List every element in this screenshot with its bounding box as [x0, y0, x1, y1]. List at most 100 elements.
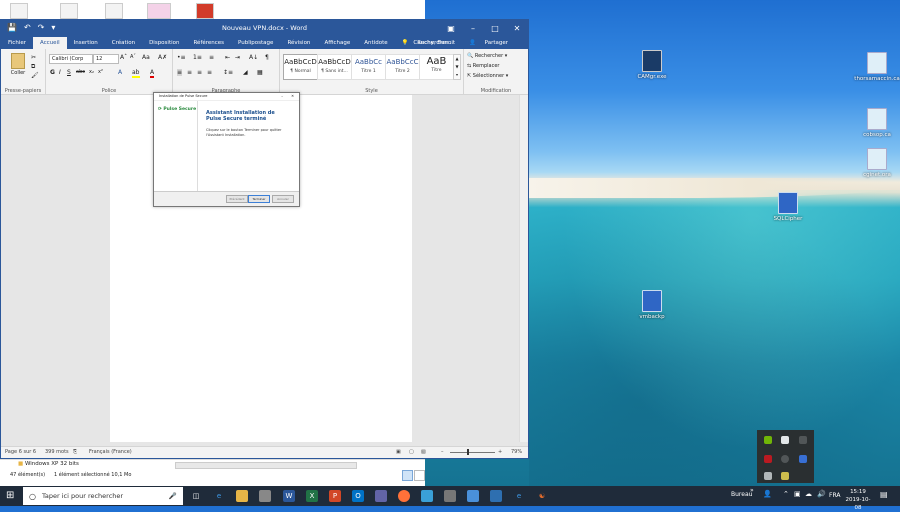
tab-fichier[interactable]: Fichier [1, 37, 33, 49]
font-size-select[interactable]: 12 [93, 54, 119, 64]
copy-icon[interactable]: ⧉ [31, 63, 35, 71]
tray-app-icon[interactable] [781, 455, 789, 463]
details-view-icon[interactable] [402, 470, 413, 481]
numbering-icon[interactable]: 1≡ [193, 54, 202, 61]
tray-chevron-icon[interactable]: ⌃ [783, 490, 789, 498]
maximize-icon[interactable]: □ [484, 20, 506, 37]
format-painter-icon[interactable]: 🖌 [31, 72, 39, 79]
print-layout-icon[interactable]: ▢ [409, 449, 414, 455]
word-count[interactable]: 399 mots [45, 449, 69, 455]
multilevel-icon[interactable]: ≡ [209, 54, 214, 61]
decrease-indent-icon[interactable]: ⇤ [225, 54, 230, 61]
justify-icon[interactable]: ≡ [207, 69, 212, 76]
desktop-icon-cginet[interactable]: cginet.ora [854, 148, 900, 178]
tray-app-icon[interactable] [781, 472, 789, 480]
dollar-icon[interactable] [799, 436, 807, 444]
text-effects-icon[interactable]: A [118, 69, 122, 76]
grow-font-icon[interactable]: Aˆ [120, 54, 127, 61]
language[interactable]: Français (France) [89, 449, 132, 455]
style-heading-1[interactable]: AaBbCc Titre 1 [351, 54, 386, 80]
folder-icon[interactable] [60, 3, 78, 19]
tab-insertion[interactable]: Insertion [67, 37, 105, 49]
find-button[interactable]: 🔍 Rechercher ▾ [467, 53, 507, 59]
styles-scroll[interactable]: ▲ ▼ ▾ [453, 54, 461, 80]
increase-indent-icon[interactable]: ⇥ [235, 54, 240, 61]
cut-icon[interactable]: ✂ [31, 54, 36, 61]
action-center-icon[interactable]: ▤ [880, 490, 888, 499]
desktop-icon-sqlcipher[interactable]: SQLCipher [765, 192, 811, 222]
file-icon[interactable] [147, 3, 171, 19]
ribbon-display-icon[interactable]: ▣ [440, 20, 462, 37]
bluetooth-icon[interactable] [799, 455, 807, 463]
subscript-icon[interactable]: x₂ [89, 69, 94, 75]
toolbar-chevron-icon[interactable]: » [750, 487, 754, 494]
pilcrow-icon[interactable]: ¶ [265, 54, 269, 61]
firefox-icon[interactable] [398, 490, 410, 502]
back-button[interactable]: Précédent [226, 195, 248, 203]
tiles-view-icon[interactable] [414, 470, 425, 481]
zoom-level[interactable]: 79% [511, 449, 522, 455]
word-icon[interactable]: W [283, 490, 295, 502]
app-icon[interactable] [444, 490, 456, 502]
tab-revision[interactable]: Révision [280, 37, 317, 49]
superscript-icon[interactable]: x² [98, 69, 103, 75]
font-color-icon[interactable]: A [150, 69, 155, 78]
zoom-in-icon[interactable]: + [498, 449, 502, 455]
edge-legacy-icon[interactable]: e [513, 490, 525, 502]
select-button[interactable]: ⇱ Sélectionner ▾ [467, 73, 508, 79]
dialog-minimize-icon[interactable]: – [281, 93, 283, 100]
proofing-icon[interactable]: ⎘ [73, 449, 77, 455]
folder-icon[interactable] [10, 3, 28, 19]
shrink-font-icon[interactable]: Aˇ [130, 54, 136, 60]
tab-accueil[interactable]: Accueil [32, 37, 67, 49]
close-icon[interactable]: ✕ [506, 20, 528, 37]
desktop-icon-thorsamaccin[interactable]: thorsamaccin.ca [854, 52, 900, 82]
tab-references[interactable]: Références [186, 37, 231, 49]
clear-format-icon[interactable]: A✗ [158, 54, 167, 61]
replace-button[interactable]: ⇆ Remplacer [467, 63, 500, 69]
explorer-hscroll[interactable] [175, 462, 357, 469]
tray-app-icon[interactable] [781, 436, 789, 444]
people-icon[interactable]: 👤 [763, 490, 772, 498]
outlook-icon[interactable]: O [352, 490, 364, 502]
tab-creation[interactable]: Création [105, 37, 142, 49]
sort-icon[interactable]: A↓ [249, 54, 258, 61]
clock[interactable]: 15:19 2019-10-08 [843, 488, 873, 512]
minimize-icon[interactable]: – [462, 20, 484, 37]
style-heading-2[interactable]: AaBbCcC Titre 2 [385, 54, 420, 80]
italic-icon[interactable]: I [59, 69, 61, 76]
taskbar-search[interactable]: ○ Taper ici pour rechercher 🎤 [23, 487, 183, 505]
microphone-icon[interactable]: 🎤 [169, 492, 177, 500]
edge-icon[interactable]: e [213, 490, 225, 502]
app-icon[interactable] [490, 490, 502, 502]
borders-icon[interactable]: ▦ [257, 69, 263, 76]
tray-app-icon[interactable] [764, 472, 772, 480]
desktop-icon-camgr[interactable]: CAMgr.exe [629, 50, 675, 80]
network-icon[interactable]: ▣ [794, 490, 801, 498]
user-name[interactable]: Cauchy, Benoit [406, 37, 462, 49]
paste-button[interactable]: Coller [9, 53, 27, 76]
pdf-icon[interactable] [196, 3, 214, 19]
highlight-icon[interactable]: ab [132, 69, 140, 78]
bold-icon[interactable]: G [50, 69, 55, 76]
align-right-icon[interactable]: ≡ [197, 69, 202, 76]
font-name-select[interactable]: Calibri (Corp [49, 54, 93, 64]
app-icon[interactable] [421, 490, 433, 502]
zoom-slider[interactable] [450, 452, 495, 453]
underline-icon[interactable]: S [67, 69, 71, 76]
dialog-close-icon[interactable]: ✕ [291, 93, 294, 100]
web-layout-icon[interactable]: ▧ [421, 449, 426, 455]
style-title[interactable]: AaB Titre [419, 54, 454, 80]
excel-icon[interactable]: X [306, 490, 318, 502]
app-icon[interactable]: ☯ [536, 490, 548, 502]
strikethrough-icon[interactable]: abc [76, 69, 85, 75]
finish-button[interactable]: Terminer [248, 195, 270, 203]
line-spacing-icon[interactable]: ↕≡ [223, 69, 233, 76]
zoom-out-icon[interactable]: – [441, 449, 444, 455]
store-icon[interactable] [259, 490, 271, 502]
style-no-spacing[interactable]: AaBbCcD ¶ Sans int... [317, 54, 352, 80]
tab-antidote[interactable]: Antidote [357, 37, 394, 49]
style-normal[interactable]: AaBbCcD ¶ Normal [283, 54, 318, 80]
vertical-scrollbar[interactable] [519, 95, 528, 442]
task-view-icon[interactable]: ◫ [190, 490, 202, 502]
